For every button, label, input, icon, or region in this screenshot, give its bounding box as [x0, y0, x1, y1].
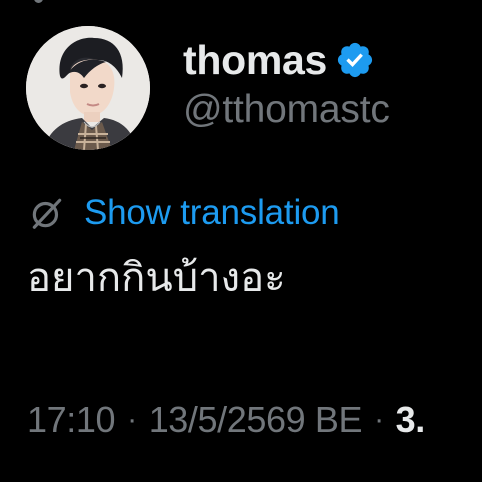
- previous-row-partial: [0, 0, 482, 6]
- tweet-date[interactable]: 13/5/2569 BE: [149, 399, 363, 441]
- author-handle[interactable]: @tthomastc: [183, 88, 390, 132]
- verified-badge-icon: [335, 40, 375, 80]
- display-name[interactable]: thomas: [183, 37, 327, 84]
- tweet-meta: 17:10 · 13/5/2569 BE · 3.: [27, 395, 482, 445]
- meta-separator: ·: [127, 403, 137, 436]
- tweet-time[interactable]: 17:10: [27, 399, 115, 441]
- partial-dot: [34, 0, 43, 3]
- view-count[interactable]: 3.: [396, 399, 426, 441]
- meta-separator: ·: [374, 403, 384, 436]
- author-name-row[interactable]: thomas: [183, 34, 375, 86]
- avatar[interactable]: [26, 26, 150, 150]
- show-translation-link[interactable]: Show translation: [84, 193, 340, 233]
- globe-slash-icon: [28, 194, 66, 232]
- avatar-image: [26, 26, 150, 150]
- translation-row[interactable]: Show translation: [28, 190, 340, 236]
- tweet-text: อยากกินบ้างอะ: [27, 256, 286, 300]
